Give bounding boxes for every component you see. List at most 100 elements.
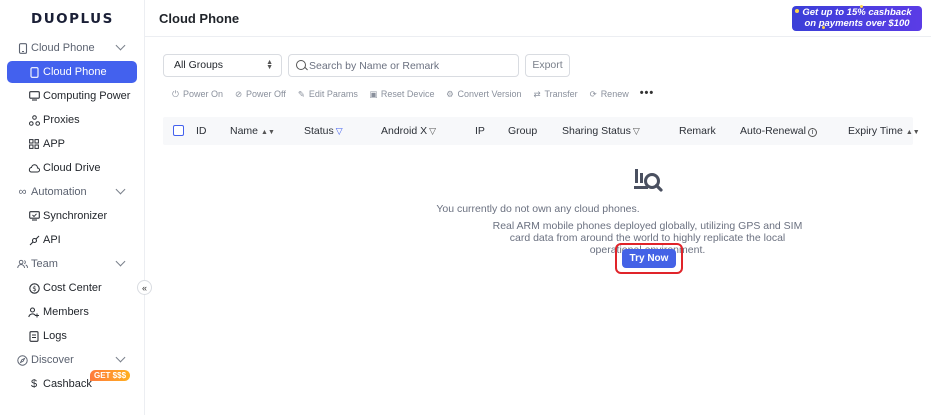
logo[interactable]: DUOPLUS [31, 11, 114, 27]
edit-params-label: Edit Params [308, 89, 358, 99]
column-sharing-status[interactable]: Sharing Status ▽ [562, 125, 640, 137]
sidebar-item-synchronizer[interactable]: Synchronizer [7, 205, 137, 227]
sidebar-group-label: Automation [31, 186, 87, 198]
column-expiry-time[interactable]: Expiry Time ▲▼ [848, 125, 920, 137]
try-now-button[interactable]: Try Now [622, 249, 676, 268]
sidebar-item-cost-center[interactable]: $ Cost Center [7, 277, 137, 299]
promo-sparkle-icon [822, 26, 825, 29]
sidebar-item-label: Synchronizer [43, 210, 108, 222]
promo-sparkle-icon [795, 9, 799, 13]
users-icon [17, 259, 28, 270]
svg-text:$: $ [32, 285, 36, 293]
sidebar-item-members[interactable]: Members [7, 301, 137, 323]
info-icon[interactable]: i [807, 128, 817, 137]
edit-params-button[interactable]: ✎ Edit Params [297, 88, 358, 100]
sidebar-item-label: Cloud Phone [43, 66, 107, 78]
select-all-checkbox[interactable] [173, 125, 184, 136]
promo-sparkle-icon [860, 5, 863, 8]
column-label: Remark [679, 125, 716, 137]
group-select[interactable]: All Groups ▲ ▼ [163, 54, 282, 77]
main-content: All Groups ▲▼ Export ⏻ Power On ⊘ Power … [145, 37, 931, 415]
compass-icon [17, 354, 28, 366]
sort-icon[interactable]: ▲▼ [261, 129, 275, 136]
filter-icon[interactable]: ▽ [633, 126, 640, 136]
power-on-button[interactable]: ⏻ Power On [171, 89, 223, 100]
renew-icon: ⟳ [589, 88, 597, 99]
api-icon [28, 234, 40, 246]
filter-icon[interactable]: ▽ [336, 126, 343, 136]
sidebar-item-app[interactable]: APP [7, 133, 137, 155]
sidebar-item-label: Proxies [43, 114, 80, 126]
sidebar-group-label: Discover [31, 354, 74, 366]
promo-line-2: on payments over $100 [804, 18, 910, 29]
column-remark: Remark [679, 125, 716, 137]
sidebar-item-computing-power[interactable]: Computing Power [7, 85, 137, 107]
phone-outline-icon [17, 42, 28, 54]
transfer-button[interactable]: ⇄ Transfer [533, 89, 578, 100]
sort-icon[interactable]: ▲▼ [906, 129, 920, 136]
try-now-highlight: Try Now [615, 243, 683, 274]
power-off-button[interactable]: ⊘ Power Off [234, 88, 286, 100]
sidebar-item-logs[interactable]: Logs [7, 325, 137, 347]
column-label: Auto-Renewal [740, 125, 806, 137]
empty-search-icon [634, 167, 664, 198]
sidebar-item-cloud-drive[interactable]: Cloud Drive [7, 157, 137, 179]
transfer-label: Transfer [544, 89, 578, 99]
column-label: Name [230, 125, 259, 137]
monitor-icon [28, 90, 40, 102]
renew-button[interactable]: ⟳ Renew [589, 88, 629, 100]
sidebar-item-proxies[interactable]: Proxies [7, 109, 137, 131]
filter-icon[interactable]: ▽ [429, 126, 436, 136]
column-auto-renewal: Auto-Renewal i [740, 125, 817, 137]
renew-label: Renew [600, 89, 629, 99]
column-label: Android X [381, 125, 428, 137]
topbar: Cloud Phone Get up to 15% cashback on pa… [145, 0, 931, 37]
user-plus-icon [28, 306, 40, 318]
promo-banner[interactable]: Get up to 15% cashback on payments over … [792, 5, 922, 31]
sidebar-item-label: Cloud Drive [43, 162, 101, 174]
sidebar-group-discover[interactable]: Discover [0, 349, 145, 371]
sidebar-item-label: Computing Power [43, 90, 131, 102]
reset-device-button[interactable]: ▣ Reset Device [369, 88, 434, 100]
table-header: ID Name ▲▼ Status ▽ Android X ▽ IP Group Sh… [163, 117, 920, 145]
column-label: ID [196, 125, 207, 137]
phone-icon [28, 66, 40, 78]
sidebar-item-cloud-phone[interactable]: Cloud Phone [7, 61, 137, 83]
collapse-sidebar-button[interactable]: « [137, 280, 152, 295]
reset-icon: ▣ [369, 88, 378, 99]
search-input[interactable] [309, 57, 514, 74]
updown-chevron-icon: ▲ ▼ [266, 59, 273, 71]
sidebar-group-cloud-phone[interactable]: Cloud Phone [0, 37, 145, 59]
promo-line-1: Get up to 15% cashback [802, 7, 912, 18]
sidebar-item-label: Logs [43, 330, 67, 342]
more-actions-button[interactable]: ••• [640, 87, 655, 99]
cloud-icon [28, 162, 40, 174]
export-button[interactable]: Export [525, 54, 570, 77]
dollar-circle-icon: $ [28, 282, 40, 294]
column-name[interactable]: Name ▲▼ [230, 125, 275, 137]
convert-version-label: Convert Version [457, 89, 522, 99]
sidebar-group-team[interactable]: Team [0, 253, 145, 275]
sidebar-group-label: Cloud Phone [31, 42, 95, 54]
power-off-icon: ⊘ [234, 88, 243, 99]
sidebar-group-automation[interactable]: ∞ Automation [0, 181, 145, 203]
search-box[interactable] [288, 54, 519, 77]
chevron-down-icon [115, 40, 126, 51]
column-status[interactable]: Status ▽ [304, 125, 343, 137]
sidebar-item-label: API [43, 234, 61, 246]
sidebar-item-cashback[interactable]: $ Cashback GET $$$ [7, 370, 137, 395]
edit-icon: ✎ [297, 88, 305, 99]
sidebar-item-label: Cost Center [43, 282, 102, 294]
search-icon [296, 60, 306, 70]
column-ip: IP [475, 125, 485, 137]
convert-version-button[interactable]: ⚙ Convert Version [445, 88, 522, 100]
page-title: Cloud Phone [159, 11, 240, 26]
column-android-x[interactable]: Android X ▽ [381, 125, 436, 137]
sidebar-item-api[interactable]: API [7, 229, 137, 251]
cashback-badge: GET $$$ [90, 370, 131, 381]
sidebar-item-label: Members [43, 306, 89, 318]
convert-icon: ⚙ [446, 88, 454, 99]
power-off-label: Power Off [246, 89, 286, 99]
network-icon [28, 114, 40, 126]
chevron-down-icon [115, 352, 126, 363]
